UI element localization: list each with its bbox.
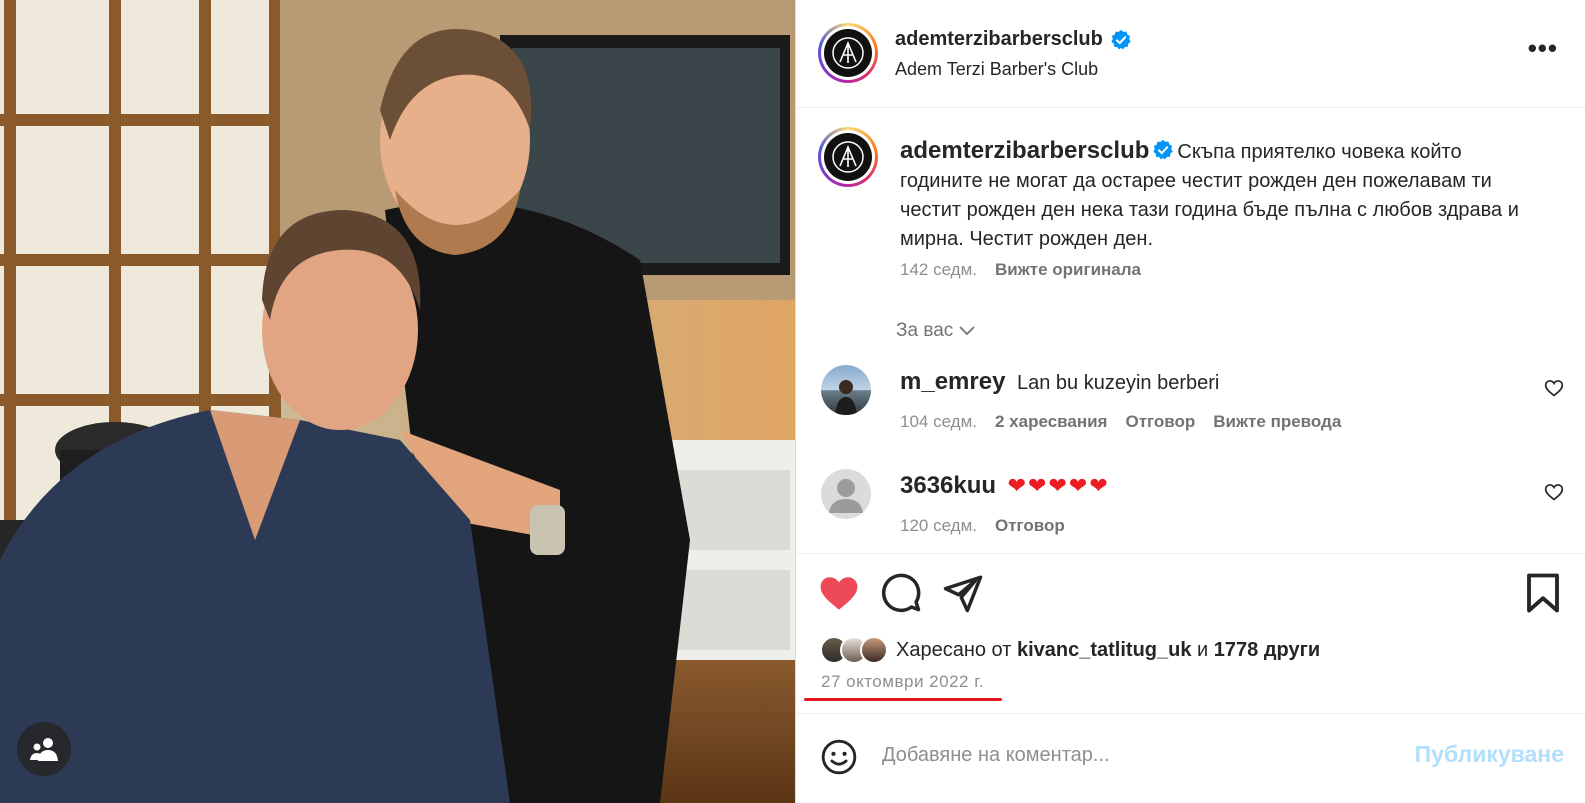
post-details-panel: ademterzibarbersclub Adem Terzi Barber's… [795, 0, 1585, 803]
caption-meta: 142 седм. Вижте оригинала [900, 260, 1141, 280]
more-icon: ••• [1527, 33, 1558, 63]
heart-filled-icon[interactable] [818, 572, 860, 614]
comment-text: Lan bu kuzeyin berberi [1016, 372, 1220, 394]
liker-username-link[interactable]: kivanc_tatlitug_uk [1017, 639, 1192, 661]
comment-likes-link[interactable]: 2 харесвания [995, 412, 1107, 432]
likes-summary: Харесано от kivanc_tatlitug_uk и 1778 др… [820, 636, 1320, 664]
comment-age[interactable]: 104 седм. [900, 412, 977, 432]
caption-username-link[interactable]: ademterzibarbersclub [900, 137, 1149, 164]
heart-outline-icon[interactable] [1544, 482, 1564, 502]
post-date[interactable]: 27 октомври 2022 г. [821, 672, 984, 692]
commenter-photo [835, 380, 857, 415]
default-avatar-icon [829, 479, 863, 513]
likes-prefix: Харесано от [896, 638, 1012, 661]
comment-input[interactable]: Добавяне на коментар... [882, 744, 1110, 767]
comment-age[interactable]: 120 седм. [900, 516, 977, 536]
reply-button[interactable]: Отговор [1125, 412, 1195, 432]
account-avatar[interactable] [818, 23, 878, 83]
comment-body: m_emrey Lan bu kuzeyin berberi [900, 368, 1219, 396]
caption-age[interactable]: 142 седм. [900, 260, 977, 280]
comment-username-link[interactable]: m_emrey [900, 368, 1005, 395]
more-options-button[interactable]: ••• [1528, 35, 1558, 61]
comment-icon[interactable] [880, 572, 922, 614]
post-actions: Харесано от kivanc_tatlitug_uk и 1778 др… [796, 553, 1585, 713]
comment-body: 3636kuu ❤❤❤❤❤ [900, 472, 1110, 500]
see-translation-link[interactable]: Вижте превода [1213, 412, 1341, 432]
verified-icon [1111, 29, 1131, 50]
see-original-link[interactable]: Вижте оригинала [995, 260, 1141, 280]
heart-outline-icon[interactable] [1544, 378, 1564, 398]
liker-avatar [860, 636, 888, 664]
comment-meta: 120 седм. Отговор [900, 516, 1065, 536]
post-comment-button[interactable]: Публикуване [1415, 741, 1564, 768]
comment-username-link[interactable]: 3636kuu [900, 472, 996, 499]
date-annotation-underline [804, 698, 1002, 701]
likes-others-link[interactable]: 1778 други [1214, 639, 1320, 661]
user-tag-icon [30, 738, 58, 761]
photo-illustration [0, 0, 795, 803]
comment-text: ❤❤❤❤❤ [1007, 473, 1110, 498]
commenter-avatar[interactable] [821, 469, 871, 519]
caption-text-block: ademterzibarbersclub Скъпа приятелко чов… [900, 136, 1540, 254]
bookmark-icon[interactable] [1522, 572, 1564, 614]
comment-sort-label: За вас [896, 320, 954, 341]
likes-text: Харесано от kivanc_tatlitug_uk и 1778 др… [896, 639, 1320, 662]
post-photo[interactable] [0, 0, 795, 803]
user-tag-button[interactable] [17, 722, 71, 776]
account-full-name: Adem Terzi Barber's Club [895, 59, 1099, 79]
brand-logo-icon [832, 37, 864, 69]
likes-and: и [1197, 638, 1209, 661]
caption-avatar[interactable] [818, 127, 878, 187]
emoji-icon[interactable] [820, 738, 858, 776]
reply-button[interactable]: Отговор [995, 516, 1065, 536]
share-icon[interactable] [942, 572, 984, 614]
comment-sort-dropdown[interactable]: За вас [896, 320, 975, 342]
chevron-down-icon [959, 326, 975, 336]
comment-meta: 104 седм. 2 харесвания Отговор Вижте пре… [900, 412, 1341, 432]
account-username-link[interactable]: ademterzibarbersclub [895, 28, 1103, 51]
add-comment-bar: Добавяне на коментар... Публикуване [796, 713, 1585, 803]
post-header: ademterzibarbersclub Adem Terzi Barber's… [796, 0, 1585, 108]
commenter-avatar[interactable] [821, 365, 871, 415]
verified-icon [1153, 139, 1174, 160]
brand-logo-icon [832, 141, 864, 173]
